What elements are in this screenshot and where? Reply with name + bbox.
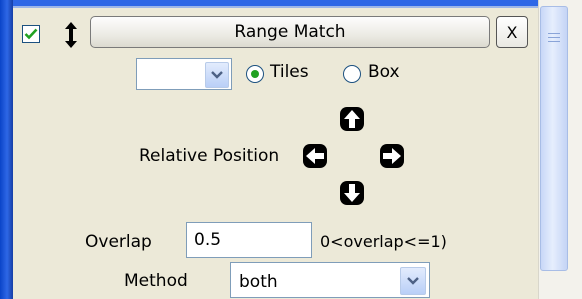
box-label: Box [368, 62, 400, 82]
chevron-down-icon [211, 71, 223, 79]
method-select[interactable]: both [230, 262, 430, 298]
method-select-value: both [239, 272, 278, 292]
arrow-down-icon [340, 181, 364, 205]
arrow-up-button[interactable] [339, 106, 365, 132]
checkmark-icon [24, 28, 38, 40]
arrow-right-button[interactable] [379, 143, 405, 169]
drag-handle-icon[interactable] [64, 22, 78, 48]
tiles-radio[interactable] [246, 65, 264, 83]
window-frame-left [0, 0, 13, 299]
method-label: Method [124, 271, 188, 291]
radio-selected-dot [251, 70, 259, 78]
panel-title-button[interactable]: Range Match [90, 16, 490, 48]
box-radio[interactable] [343, 65, 361, 83]
mode-select[interactable] [136, 58, 232, 90]
close-button[interactable]: X [496, 16, 528, 48]
relative-position-label: Relative Position [139, 146, 280, 166]
panel-title: Range Match [234, 22, 346, 42]
dropdown-button[interactable] [205, 62, 229, 88]
overlap-range-hint: 0<overlap<=1) [320, 232, 447, 251]
dropdown-button[interactable] [400, 267, 426, 295]
arrow-down-button[interactable] [339, 180, 365, 206]
close-label: X [506, 22, 518, 42]
enable-checkbox[interactable] [22, 25, 40, 43]
overlap-input[interactable]: 0.5 [186, 222, 312, 258]
scrollbar-thumb[interactable] [540, 6, 568, 271]
scrollbar-grip-icon [548, 30, 560, 44]
arrow-right-icon [380, 144, 404, 168]
arrow-up-icon [340, 107, 364, 131]
arrow-left-button[interactable] [302, 143, 328, 169]
arrow-left-icon [303, 144, 327, 168]
overlap-value: 0.5 [194, 230, 222, 250]
tiles-label: Tiles [270, 62, 309, 82]
chevron-down-icon [407, 277, 419, 285]
overlap-label: Overlap [85, 232, 152, 252]
